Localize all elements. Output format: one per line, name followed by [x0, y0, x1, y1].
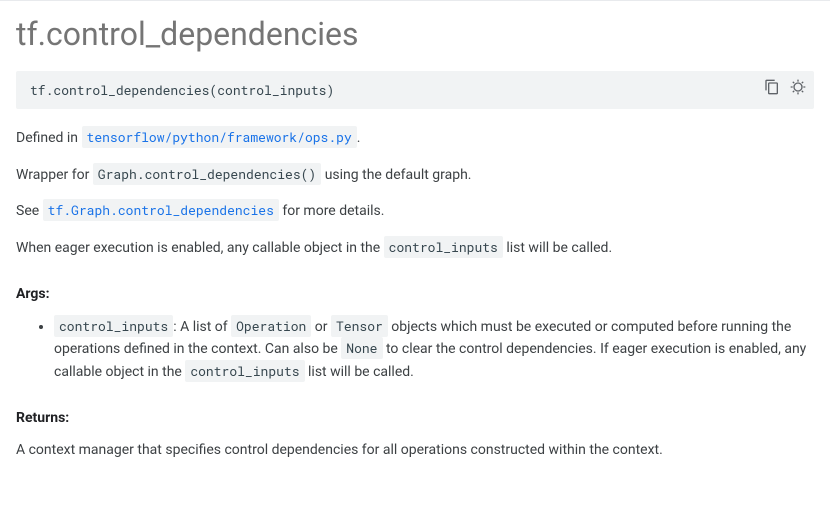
- text: .: [357, 130, 361, 146]
- text: or: [311, 319, 331, 335]
- eager-line: When eager execution is enabled, any cal…: [16, 237, 814, 260]
- args-heading: Args:: [16, 286, 814, 302]
- see-line: See tf.Graph.control_dependencies for mo…: [16, 200, 814, 223]
- code-inline: Graph.control_dependencies(): [93, 163, 321, 185]
- copy-icon[interactable]: [762, 77, 782, 97]
- code-inline: control_inputs: [185, 360, 304, 382]
- text: for more details.: [279, 203, 385, 219]
- args-list: control_inputs: A list of Operation or T…: [16, 316, 814, 384]
- theme-icon[interactable]: [788, 77, 808, 97]
- signature-codeblock: tf.control_dependencies(control_inputs): [16, 71, 814, 109]
- arg-name: control_inputs: [54, 315, 173, 337]
- text: Wrapper for: [16, 167, 93, 183]
- text: Defined in: [16, 130, 82, 146]
- signature-text: tf.control_dependencies(control_inputs): [30, 81, 334, 99]
- list-item: control_inputs: A list of Operation or T…: [54, 316, 814, 384]
- code-inline: Tensor: [331, 315, 388, 337]
- code-inline: control_inputs: [384, 236, 503, 258]
- defined-in-link[interactable]: tensorflow/python/framework/ops.py: [82, 130, 357, 146]
- wrapper-line: Wrapper for Graph.control_dependencies()…: [16, 164, 814, 187]
- text: list will be called.: [503, 240, 612, 256]
- text: list will be called.: [305, 364, 414, 380]
- page-title: tf.control_dependencies: [16, 15, 814, 53]
- defined-in-line: Defined in tensorflow/python/framework/o…: [16, 127, 814, 150]
- text: When eager execution is enabled, any cal…: [16, 240, 384, 256]
- defined-in-code: tensorflow/python/framework/ops.py: [82, 126, 357, 148]
- text: : A list of: [173, 319, 231, 335]
- text: using the default graph.: [321, 167, 471, 183]
- text: See: [16, 203, 43, 219]
- code-inline: Operation: [231, 315, 311, 337]
- see-code: tf.Graph.control_dependencies: [43, 199, 279, 221]
- returns-text: A context manager that specifies control…: [16, 440, 814, 462]
- code-inline: None: [341, 337, 382, 359]
- see-link[interactable]: tf.Graph.control_dependencies: [43, 203, 279, 219]
- returns-heading: Returns:: [16, 410, 814, 426]
